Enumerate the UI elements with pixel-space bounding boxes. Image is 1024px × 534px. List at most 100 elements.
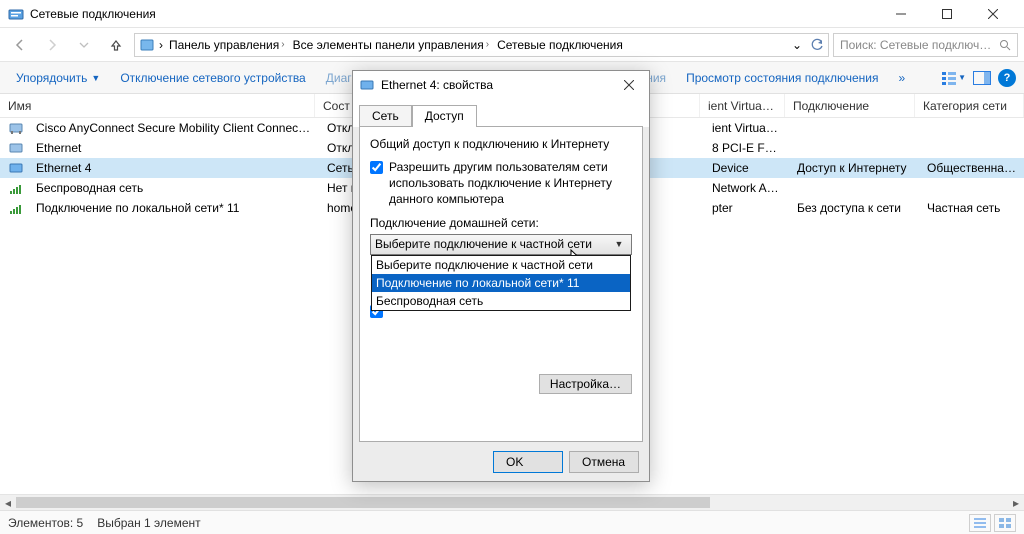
tab-network[interactable]: Сеть [359,105,412,127]
scroll-track[interactable] [16,495,1008,510]
chevron-right-icon[interactable]: › [159,38,163,52]
item-name: Подключение по локальной сети* 11 [28,201,319,215]
item-name: Ethernet 4 [28,161,319,175]
ethernet-icon [359,77,375,93]
label: Категория сети [923,99,1007,113]
wifi-icon [8,200,24,216]
preview-pane-button[interactable] [970,66,994,90]
view-mode-button[interactable]: ▼ [942,66,966,90]
tab-sharing[interactable]: Доступ [412,105,477,127]
combo-option[interactable]: Выберите подключение к частной сети [372,256,630,274]
label: Доступ [425,109,464,123]
up-button[interactable] [102,31,130,59]
minimize-button[interactable] [878,0,924,28]
scroll-thumb[interactable] [16,497,710,508]
allow-sharing-label: Разрешить другим пользователям сети испо… [389,159,632,208]
combo-option[interactable]: Беспроводная сеть [372,292,630,310]
col-device[interactable]: ient Virtua… [700,94,785,117]
label: Выберите подключение к частной сети [376,258,593,272]
item-name: Cisco AnyConnect Secure Mobility Client … [28,121,319,135]
close-button[interactable] [970,0,1016,28]
nic-icon [8,140,24,156]
col-category[interactable]: Категория сети [915,94,1024,117]
location-icon [139,37,155,53]
wifi-icon [8,180,24,196]
label: Сеть [372,109,399,123]
breadcrumb-label: Все элементы панели управления [293,38,484,52]
horizontal-scrollbar[interactable]: ◂ ▸ [0,494,1024,510]
search-placeholder: Поиск: Сетевые подключения [840,38,994,52]
label: Имя [8,99,31,113]
ok-button[interactable]: OK [493,451,563,473]
label: Упорядочить [16,71,87,85]
large-icons-view-button[interactable] [994,514,1016,532]
label: Отключение сетевого устройства [120,71,305,85]
home-network-label: Подключение домашней сети: [370,216,632,230]
dialog-button-row: OK Отмена [353,443,649,481]
label: » [899,71,906,85]
label: Подключение [793,99,869,113]
elements-count: Элементов: 5 [8,516,83,530]
app-icon [8,6,24,22]
label: Отмена [582,455,625,469]
recent-button[interactable] [70,31,98,59]
dialog-close-button[interactable] [615,74,643,96]
breadcrumb-label: Сетевые подключения [497,38,623,52]
item-conn: Без доступа к сети [789,201,919,215]
scroll-right-button[interactable]: ▸ [1008,495,1024,510]
combo-value: Выберите подключение к частной сети [375,237,611,251]
maximize-button[interactable] [924,0,970,28]
search-input[interactable]: Поиск: Сетевые подключения [833,33,1018,57]
dropdown-icon[interactable]: ⌄ [792,38,802,52]
breadcrumb-item-1[interactable]: Все элементы панели управления› [291,38,491,52]
organize-button[interactable]: Упорядочить ▼ [8,67,108,89]
help-button[interactable]: ? [998,69,1016,87]
item-device: Device [704,161,789,175]
settings-button[interactable]: Настройка… [539,374,632,394]
label: Сост [323,99,350,113]
forward-button[interactable] [38,31,66,59]
back-button[interactable] [6,31,34,59]
details-view-button[interactable] [969,514,991,532]
cancel-button[interactable]: Отмена [569,451,639,473]
window-titlebar: Сетевые подключения [0,0,1024,28]
chevron-right-icon[interactable]: › [486,39,489,50]
item-device: ient Virtua… [704,121,789,135]
label: ient Virtua… [708,99,774,113]
col-name[interactable]: Имя [0,94,315,117]
label: Подключение по локальной сети* 11 [376,276,579,290]
chevron-down-icon: ▼ [91,73,100,83]
dialog-titlebar: Ethernet 4: свойства [353,71,649,99]
address-bar: › Панель управления› Все элементы панели… [0,28,1024,62]
item-cat: Частная сеть [919,201,1024,215]
allow-sharing-checkbox-row: Разрешить другим пользователям сети испо… [370,159,632,208]
nic-icon [8,120,24,136]
item-name: Беспроводная сеть [28,181,319,195]
breadcrumb-item-0[interactable]: Панель управления› [167,38,287,52]
refresh-button[interactable] [810,38,824,52]
label: OK [506,455,523,469]
scroll-left-button[interactable]: ◂ [0,495,16,510]
view-status-button[interactable]: Просмотр состояния подключения [678,67,886,89]
chevron-down-icon: ▼ [611,239,627,249]
combo-dropdown: Выберите подключение к частной сети Подк… [371,255,631,311]
combo-option[interactable]: Подключение по локальной сети* 11 [372,274,630,292]
allow-sharing-checkbox[interactable] [370,161,383,174]
tab-strip: Сеть Доступ [353,99,649,127]
home-network-combo[interactable]: Выберите подключение к частной сети ▼ Вы… [370,234,632,255]
overflow-button[interactable]: » [891,67,914,89]
chevron-right-icon[interactable]: › [281,39,284,50]
breadcrumb-label: Панель управления [169,38,279,52]
breadcrumb-item-2[interactable]: Сетевые подключения [495,38,625,52]
properties-dialog: Ethernet 4: свойства Сеть Доступ Общий д… [352,70,650,482]
disable-device-button[interactable]: Отключение сетевого устройства [112,67,313,89]
label: Беспроводная сеть [376,294,483,308]
col-connection[interactable]: Подключение [785,94,915,117]
selected-count: Выбран 1 элемент [97,516,200,530]
label: Настройка… [550,377,621,391]
search-icon [999,39,1011,51]
tab-panel-sharing: Общий доступ к подключению к Интернету Р… [359,126,643,442]
item-device: 8 PCI-E Fa… [704,141,789,155]
breadcrumb[interactable]: › Панель управления› Все элементы панели… [134,33,829,57]
nic-icon [8,160,24,176]
